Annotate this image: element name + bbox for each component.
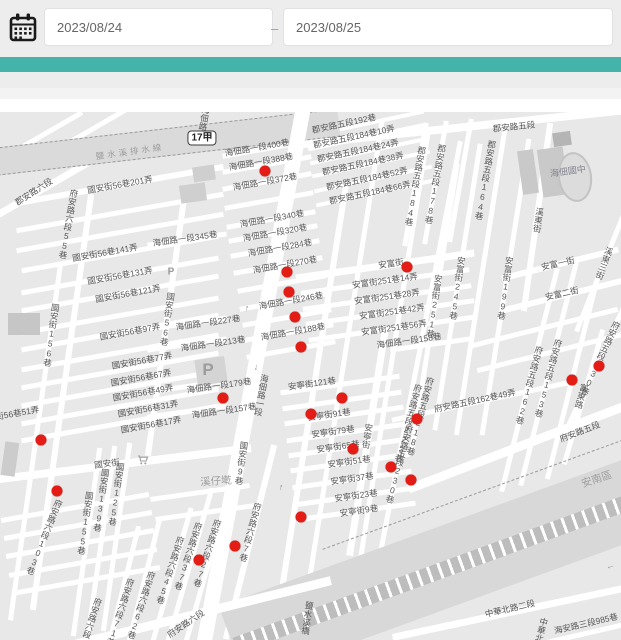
street-label: 溪東街 [532,207,544,233]
building [8,313,40,335]
building [192,165,216,183]
street-label: 國安街56巷97弄 [99,322,161,341]
street-label: 安寧街37巷 [330,472,374,487]
building [179,182,207,203]
map-marker[interactable] [402,262,413,273]
shopping-cart-icon [138,452,149,470]
map-marker[interactable] [348,444,359,455]
street-label: 海佃路一段227巷 [175,314,241,332]
road [224,190,314,211]
spacer [0,99,621,112]
end-date-input[interactable] [283,8,613,46]
building [552,131,572,147]
map-marker[interactable] [230,541,241,552]
spacer [0,72,621,88]
map-marker[interactable] [52,486,63,497]
street-label: 府安路五段162巷49弄 [433,388,516,414]
street-label: 安富街251巷14弄 [352,272,419,290]
map-marker[interactable] [306,409,317,420]
map-marker[interactable] [260,166,271,177]
date-filter-bar: – [0,0,621,57]
accent-bar [0,57,621,72]
one-way-arrow-icon: ↑ [244,303,250,314]
map-marker[interactable] [194,555,205,566]
street-label: 海佃路一段345巷 [152,230,218,248]
map-marker[interactable] [296,512,307,523]
street-label: 國安街56巷 [159,292,175,347]
calendar-icon[interactable] [9,13,37,43]
street-label: 國安街56巷121弄 [95,284,162,304]
map-marker[interactable] [290,312,301,323]
street-label: 國安街56巷131弄 [87,266,154,286]
map-marker[interactable] [567,375,578,386]
street-label: 中華北路 [531,616,548,640]
map-marker[interactable] [282,267,293,278]
map-marker[interactable] [36,435,47,446]
start-date-input[interactable] [44,8,273,46]
one-way-arrow-icon: ↑ [278,482,284,493]
street-label: 郡安路五段 [492,120,535,133]
street-label: 安富街251巷42弄 [359,303,426,321]
route-badge-17jia: 17甲 [187,131,216,146]
map-marker[interactable] [412,414,423,425]
street-label: 國安街156巷 [42,303,60,368]
building [1,441,20,477]
street-label: 安富街 [378,258,405,270]
map-marker[interactable] [406,475,417,486]
map-marker[interactable] [296,342,307,353]
map-marker[interactable] [386,462,397,473]
map-marker[interactable] [218,393,229,404]
app-window: – 郡安路六段國安街56巷201弄海佃路一段345巷國安街56巷141弄國安街5… [0,0,621,640]
street-label: 富東路 [573,383,588,410]
parking-icon: P [168,267,175,278]
map-marker[interactable] [337,393,348,404]
one-way-arrow-icon: ↑ [605,563,616,571]
place-label: 溪仔墘 [200,475,232,488]
map-marker[interactable] [594,361,605,372]
map-marker[interactable] [284,287,295,298]
spacer [0,88,621,99]
date-range-separator: – [271,21,278,36]
street-label: 國安街56巷201弄 [87,175,154,195]
parking-icon: P [202,360,213,380]
map-canvas[interactable]: 郡安路六段國安街56巷201弄海佃路一段345巷國安街56巷141弄國安街56巷… [0,112,621,640]
